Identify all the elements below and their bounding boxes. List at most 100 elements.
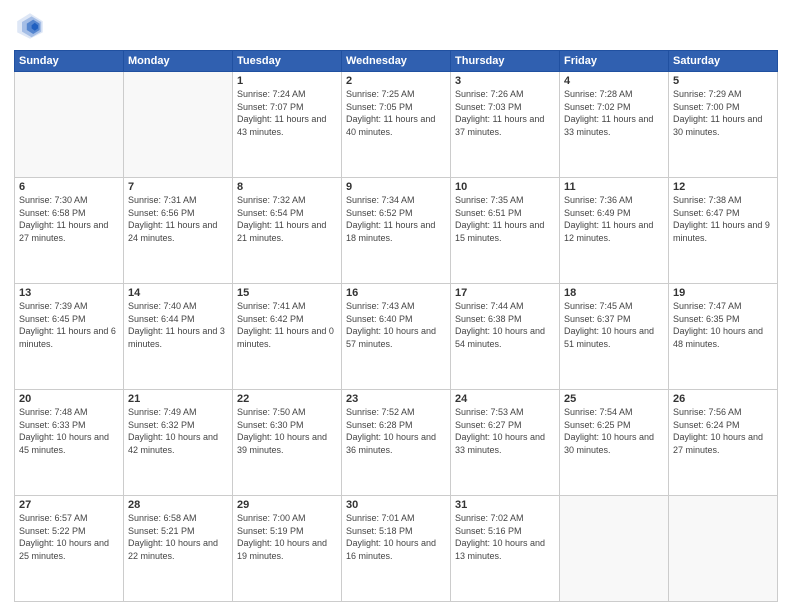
day-number: 30 <box>346 499 446 511</box>
day-number: 5 <box>673 75 773 87</box>
day-info: Sunrise: 7:28 AMSunset: 7:02 PMDaylight:… <box>564 88 664 138</box>
day-number: 18 <box>564 287 664 299</box>
day-number: 31 <box>455 499 555 511</box>
day-number: 7 <box>128 181 228 193</box>
calendar-cell: 17Sunrise: 7:44 AMSunset: 6:38 PMDayligh… <box>451 284 560 390</box>
calendar-table: SundayMondayTuesdayWednesdayThursdayFrid… <box>14 50 778 602</box>
day-number: 2 <box>346 75 446 87</box>
calendar-cell <box>560 496 669 602</box>
day-info: Sunrise: 7:50 AMSunset: 6:30 PMDaylight:… <box>237 406 337 456</box>
day-info: Sunrise: 7:40 AMSunset: 6:44 PMDaylight:… <box>128 300 228 350</box>
day-info: Sunrise: 7:35 AMSunset: 6:51 PMDaylight:… <box>455 194 555 244</box>
day-info: Sunrise: 7:32 AMSunset: 6:54 PMDaylight:… <box>237 194 337 244</box>
calendar-cell: 28Sunrise: 6:58 AMSunset: 5:21 PMDayligh… <box>124 496 233 602</box>
calendar-cell: 11Sunrise: 7:36 AMSunset: 6:49 PMDayligh… <box>560 178 669 284</box>
calendar-cell: 3Sunrise: 7:26 AMSunset: 7:03 PMDaylight… <box>451 72 560 178</box>
calendar-cell: 1Sunrise: 7:24 AMSunset: 7:07 PMDaylight… <box>233 72 342 178</box>
calendar-cell: 14Sunrise: 7:40 AMSunset: 6:44 PMDayligh… <box>124 284 233 390</box>
calendar-cell: 16Sunrise: 7:43 AMSunset: 6:40 PMDayligh… <box>342 284 451 390</box>
calendar-cell: 24Sunrise: 7:53 AMSunset: 6:27 PMDayligh… <box>451 390 560 496</box>
day-number: 16 <box>346 287 446 299</box>
calendar-cell: 9Sunrise: 7:34 AMSunset: 6:52 PMDaylight… <box>342 178 451 284</box>
day-info: Sunrise: 7:31 AMSunset: 6:56 PMDaylight:… <box>128 194 228 244</box>
day-info: Sunrise: 7:38 AMSunset: 6:47 PMDaylight:… <box>673 194 773 244</box>
calendar-header-row: SundayMondayTuesdayWednesdayThursdayFrid… <box>15 51 778 72</box>
calendar-week-row: 6Sunrise: 7:30 AMSunset: 6:58 PMDaylight… <box>15 178 778 284</box>
day-info: Sunrise: 7:44 AMSunset: 6:38 PMDaylight:… <box>455 300 555 350</box>
day-number: 24 <box>455 393 555 405</box>
day-number: 4 <box>564 75 664 87</box>
weekday-header: Friday <box>560 51 669 72</box>
day-number: 26 <box>673 393 773 405</box>
calendar-cell: 10Sunrise: 7:35 AMSunset: 6:51 PMDayligh… <box>451 178 560 284</box>
day-info: Sunrise: 7:01 AMSunset: 5:18 PMDaylight:… <box>346 512 446 562</box>
day-info: Sunrise: 7:00 AMSunset: 5:19 PMDaylight:… <box>237 512 337 562</box>
calendar-cell: 4Sunrise: 7:28 AMSunset: 7:02 PMDaylight… <box>560 72 669 178</box>
calendar-cell: 13Sunrise: 7:39 AMSunset: 6:45 PMDayligh… <box>15 284 124 390</box>
day-number: 1 <box>237 75 337 87</box>
day-info: Sunrise: 7:39 AMSunset: 6:45 PMDaylight:… <box>19 300 119 350</box>
day-number: 21 <box>128 393 228 405</box>
day-info: Sunrise: 7:25 AMSunset: 7:05 PMDaylight:… <box>346 88 446 138</box>
calendar-cell <box>669 496 778 602</box>
day-number: 25 <box>564 393 664 405</box>
day-number: 9 <box>346 181 446 193</box>
header <box>14 10 778 42</box>
day-number: 23 <box>346 393 446 405</box>
weekday-header: Saturday <box>669 51 778 72</box>
day-number: 6 <box>19 181 119 193</box>
day-number: 22 <box>237 393 337 405</box>
day-number: 8 <box>237 181 337 193</box>
day-number: 20 <box>19 393 119 405</box>
day-info: Sunrise: 7:47 AMSunset: 6:35 PMDaylight:… <box>673 300 773 350</box>
day-info: Sunrise: 7:36 AMSunset: 6:49 PMDaylight:… <box>564 194 664 244</box>
day-number: 3 <box>455 75 555 87</box>
weekday-header: Tuesday <box>233 51 342 72</box>
weekday-header: Monday <box>124 51 233 72</box>
day-number: 17 <box>455 287 555 299</box>
day-info: Sunrise: 6:57 AMSunset: 5:22 PMDaylight:… <box>19 512 119 562</box>
day-info: Sunrise: 7:29 AMSunset: 7:00 PMDaylight:… <box>673 88 773 138</box>
day-info: Sunrise: 7:41 AMSunset: 6:42 PMDaylight:… <box>237 300 337 350</box>
logo-icon <box>14 10 46 42</box>
day-info: Sunrise: 7:53 AMSunset: 6:27 PMDaylight:… <box>455 406 555 456</box>
calendar-cell: 21Sunrise: 7:49 AMSunset: 6:32 PMDayligh… <box>124 390 233 496</box>
calendar-week-row: 27Sunrise: 6:57 AMSunset: 5:22 PMDayligh… <box>15 496 778 602</box>
day-info: Sunrise: 7:48 AMSunset: 6:33 PMDaylight:… <box>19 406 119 456</box>
day-number: 27 <box>19 499 119 511</box>
calendar-cell: 18Sunrise: 7:45 AMSunset: 6:37 PMDayligh… <box>560 284 669 390</box>
calendar-cell: 29Sunrise: 7:00 AMSunset: 5:19 PMDayligh… <box>233 496 342 602</box>
weekday-header: Sunday <box>15 51 124 72</box>
calendar-cell: 15Sunrise: 7:41 AMSunset: 6:42 PMDayligh… <box>233 284 342 390</box>
calendar-cell: 27Sunrise: 6:57 AMSunset: 5:22 PMDayligh… <box>15 496 124 602</box>
calendar-cell: 6Sunrise: 7:30 AMSunset: 6:58 PMDaylight… <box>15 178 124 284</box>
day-number: 19 <box>673 287 773 299</box>
calendar-cell: 20Sunrise: 7:48 AMSunset: 6:33 PMDayligh… <box>15 390 124 496</box>
day-info: Sunrise: 6:58 AMSunset: 5:21 PMDaylight:… <box>128 512 228 562</box>
day-info: Sunrise: 7:24 AMSunset: 7:07 PMDaylight:… <box>237 88 337 138</box>
calendar-week-row: 13Sunrise: 7:39 AMSunset: 6:45 PMDayligh… <box>15 284 778 390</box>
page: SundayMondayTuesdayWednesdayThursdayFrid… <box>0 0 792 612</box>
day-info: Sunrise: 7:49 AMSunset: 6:32 PMDaylight:… <box>128 406 228 456</box>
calendar-cell: 23Sunrise: 7:52 AMSunset: 6:28 PMDayligh… <box>342 390 451 496</box>
calendar-cell: 19Sunrise: 7:47 AMSunset: 6:35 PMDayligh… <box>669 284 778 390</box>
day-info: Sunrise: 7:54 AMSunset: 6:25 PMDaylight:… <box>564 406 664 456</box>
day-info: Sunrise: 7:30 AMSunset: 6:58 PMDaylight:… <box>19 194 119 244</box>
calendar-cell: 31Sunrise: 7:02 AMSunset: 5:16 PMDayligh… <box>451 496 560 602</box>
day-info: Sunrise: 7:26 AMSunset: 7:03 PMDaylight:… <box>455 88 555 138</box>
day-number: 14 <box>128 287 228 299</box>
day-number: 28 <box>128 499 228 511</box>
day-number: 10 <box>455 181 555 193</box>
calendar-cell: 2Sunrise: 7:25 AMSunset: 7:05 PMDaylight… <box>342 72 451 178</box>
calendar-cell <box>15 72 124 178</box>
weekday-header: Thursday <box>451 51 560 72</box>
calendar-cell <box>124 72 233 178</box>
calendar-cell: 22Sunrise: 7:50 AMSunset: 6:30 PMDayligh… <box>233 390 342 496</box>
day-number: 11 <box>564 181 664 193</box>
calendar-cell: 8Sunrise: 7:32 AMSunset: 6:54 PMDaylight… <box>233 178 342 284</box>
day-info: Sunrise: 7:45 AMSunset: 6:37 PMDaylight:… <box>564 300 664 350</box>
day-number: 12 <box>673 181 773 193</box>
day-info: Sunrise: 7:02 AMSunset: 5:16 PMDaylight:… <box>455 512 555 562</box>
day-number: 13 <box>19 287 119 299</box>
day-info: Sunrise: 7:56 AMSunset: 6:24 PMDaylight:… <box>673 406 773 456</box>
